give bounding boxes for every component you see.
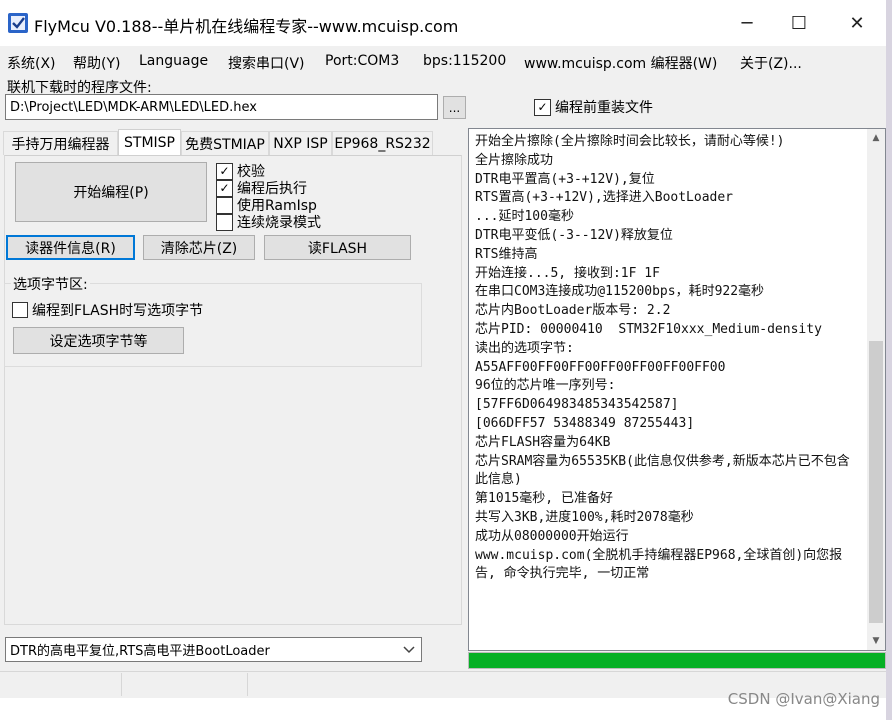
menu-help[interactable]: 帮助(Y): [73, 53, 120, 73]
read-device-info-button[interactable]: 读器件信息(R): [6, 235, 135, 260]
write-option-label: 编程到FLASH时写选项字节: [32, 303, 204, 319]
status-segment-2: [124, 673, 248, 696]
watermark: CSDN @Ivan@Xiang: [727, 690, 880, 708]
menu-search-port[interactable]: 搜索串口(V): [228, 53, 305, 73]
app-icon: [8, 13, 28, 33]
ramisp-check-box[interactable]: [216, 196, 233, 214]
desktop-edge: [886, 0, 892, 720]
scroll-thumb[interactable]: [869, 341, 883, 623]
menu-bar: 系统(X) 帮助(Y) Language 搜索串口(V) Port:COM3 b…: [0, 46, 892, 76]
tab-stmiap[interactable]: 免费STMIAP: [181, 131, 269, 155]
run-after-check-box[interactable]: ✓: [216, 179, 233, 197]
tab-handheld[interactable]: 手持万用编程器: [3, 131, 118, 155]
dtr-rts-select-value: DTR的高电平复位,RTS高电平进BootLoader: [10, 644, 270, 659]
minimize-button[interactable]: ─: [718, 0, 776, 46]
reload-label: 编程前重装文件: [555, 100, 653, 116]
progress-bar: [468, 652, 886, 669]
option-group-title: 选项字节区:: [11, 274, 90, 294]
menu-system[interactable]: 系统(X): [7, 53, 56, 73]
read-flash-button[interactable]: 读FLASH: [264, 235, 411, 260]
title-bar: FlyMcu V0.188--单片机在线编程专家--www.mcuisp.com…: [0, 0, 892, 46]
scroll-up-icon[interactable]: ▲: [867, 129, 885, 147]
reload-check-box[interactable]: ✓: [534, 98, 551, 116]
verify-check-box[interactable]: ✓: [216, 162, 233, 180]
close-button[interactable]: ✕: [828, 0, 886, 46]
set-option-bytes-button[interactable]: 设定选项字节等: [13, 327, 184, 354]
menu-bps[interactable]: bps:115200: [423, 53, 506, 69]
progress-fill: [469, 653, 885, 668]
tab-nxp-isp[interactable]: NXP ISP: [269, 131, 332, 155]
maximize-button[interactable]: ☐: [770, 0, 828, 46]
browse-button[interactable]: ...: [443, 96, 466, 119]
write-option-check-box[interactable]: [12, 302, 28, 318]
start-program-button[interactable]: 开始编程(P): [15, 162, 207, 222]
continuous-label: 连续烧录模式: [237, 215, 321, 231]
scroll-down-icon[interactable]: ▼: [867, 632, 885, 650]
menu-language[interactable]: Language: [139, 53, 208, 69]
reload-file-checkbox[interactable]: ✓ 编程前重装文件: [534, 97, 653, 117]
dtr-rts-select[interactable]: DTR的高电平复位,RTS高电平进BootLoader: [5, 637, 422, 662]
log-output[interactable]: 开始全片擦除(全片擦除时间会比较长，请耐心等候!) 全片擦除成功 DTR电平置高…: [468, 128, 886, 651]
log-scrollbar[interactable]: ▲ ▼: [867, 129, 885, 650]
write-option-bytes-checkbox[interactable]: 编程到FLASH时写选项字节: [12, 300, 203, 320]
menu-about[interactable]: 关于(Z)...: [740, 53, 802, 73]
erase-chip-button[interactable]: 清除芯片(Z): [143, 235, 255, 260]
log-text: 开始全片擦除(全片擦除时间会比较长，请耐心等候!) 全片擦除成功 DTR电平置高…: [475, 134, 850, 582]
menu-programmer[interactable]: www.mcuisp.com 编程器(W): [524, 53, 717, 73]
file-path-input[interactable]: D:\Project\LED\MDK-ARM\LED\LED.hex: [5, 94, 438, 120]
status-segment-1: [2, 673, 122, 696]
tab-ep968[interactable]: EP968_RS232: [332, 131, 433, 155]
option-bytes-group: [4, 283, 422, 367]
continuous-check-box[interactable]: [216, 213, 233, 231]
tab-stmisp[interactable]: STMISP: [118, 129, 181, 156]
menu-port[interactable]: Port:COM3: [325, 53, 399, 69]
window-title: FlyMcu V0.188--单片机在线编程专家--www.mcuisp.com: [34, 17, 459, 36]
continuous-checkbox[interactable]: 连续烧录模式: [216, 212, 321, 232]
options-checkbox-group: ✓ 校验 ✓ 编程后执行 使用RamIsp 连续烧录模式: [214, 159, 414, 232]
chevron-down-icon[interactable]: [398, 639, 420, 660]
